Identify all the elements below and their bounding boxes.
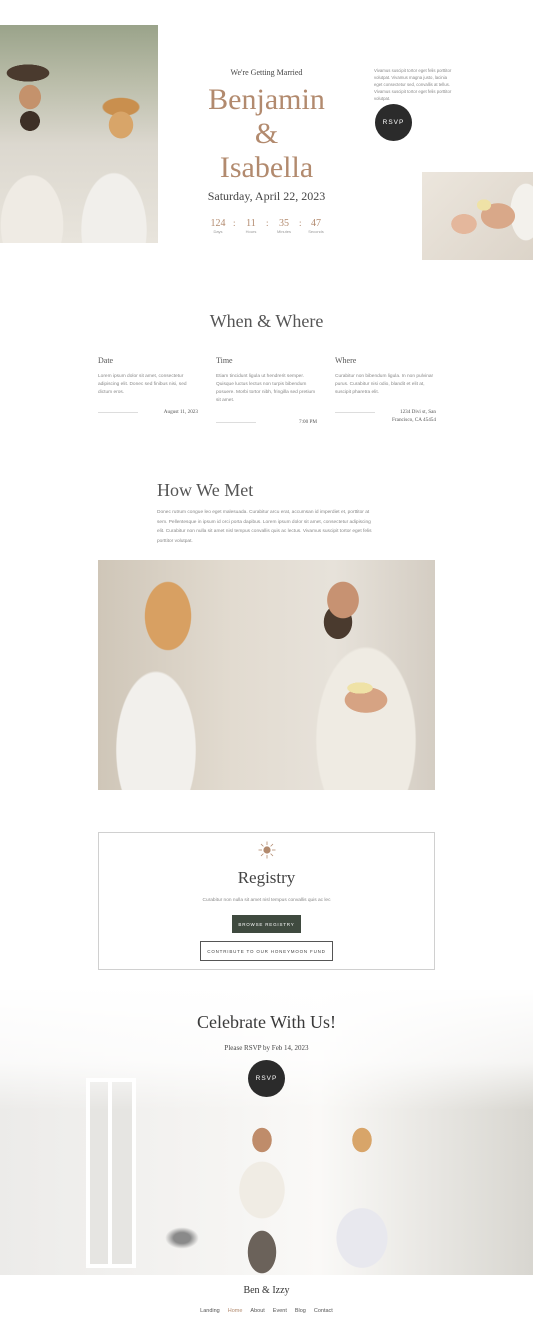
hero-name-groom: Benjamin [208,83,325,116]
countdown-timer: 124 Days : 11 Hours : 35 Minutes : 47 Se… [205,218,328,240]
registry-title: Registry [237,868,296,887]
hero-couple-photo [0,25,158,243]
celebrate-title: Celebrate With Us! [197,1012,336,1032]
hero-rsvp-button[interactable]: RSVP [375,104,412,141]
where-divider [335,412,375,413]
hero-name-bride: Isabella [219,151,314,184]
date-value: August 11, 2023 [163,409,198,415]
when-where-time-column: Time Etiam tincidunt ligula ut hendrerit… [216,356,318,405]
time-divider [216,422,256,423]
where-value: 1234 Divi st, San Francisco, CA 45454 [392,409,436,423]
time-description: Etiam tincidunt ligula ut hendrerit semp… [216,374,316,403]
hero-note-text: Vivamus suscipit tortor eget felis portt… [374,68,452,101]
countdown-hours: 11 Hours [245,218,257,234]
registry-text: Curabitur non nulla sit amet nisl tempus… [202,898,331,903]
time-value: 7:00 PM [298,419,317,425]
footer-link-event[interactable]: Event [273,1308,287,1314]
date-label: Date [98,356,114,365]
footer-link-landing[interactable]: Landing [200,1308,220,1314]
how-we-met-text: Donec rutrum congue leo eget malesuada. … [157,510,372,544]
footer-link-blog[interactable]: Blog [295,1308,306,1314]
how-we-met-photo [98,560,435,790]
when-where-where-column: Where Curabitur non bibendum ligula. In … [335,356,437,397]
hero-ampersand: & [254,117,279,150]
footer-brand[interactable]: Ben & Izzy [0,1285,533,1296]
footer-link-home[interactable]: Home [228,1308,243,1314]
where-label: Where [335,356,357,365]
when-where-date-column: Date Lorem ipsum dolor sit amet, consect… [98,356,200,397]
countdown-seconds: 47 Seconds [308,218,324,234]
wedding-date: Saturday, April 22, 2023 [207,189,326,203]
browse-registry-button[interactable]: BROWSE REGISTRY [232,915,301,933]
countdown-minutes: 35 Minutes [276,218,291,234]
countdown-days: 124 Days [210,218,226,234]
footer-link-contact[interactable]: Contact [314,1308,333,1314]
how-we-met-title: How We Met [157,480,254,500]
date-divider [98,412,138,413]
celebrate-rsvp-button[interactable]: RSVP [248,1060,285,1097]
date-description: Lorem ipsum dolor sit amet, consectetur … [98,374,187,395]
celebrate-subtitle: Please RSVP by Feb 14, 2023 [224,1044,309,1052]
footer-link-about[interactable]: About [250,1308,264,1314]
hands-ring-photo [422,172,533,260]
where-description: Curabitur non bibendum ligula. In non pu… [335,374,434,395]
sun-icon [258,841,276,859]
when-where-title: When & Where [209,311,324,331]
time-label: Time [216,356,233,365]
hero-eyebrow: We're Getting Married [230,68,303,77]
honeymoon-fund-button[interactable]: CONTRIBUTE TO OUR HONEYMOON FUND [200,941,333,961]
footer-nav: Landing Home About Event Blog Contact [0,1308,533,1314]
